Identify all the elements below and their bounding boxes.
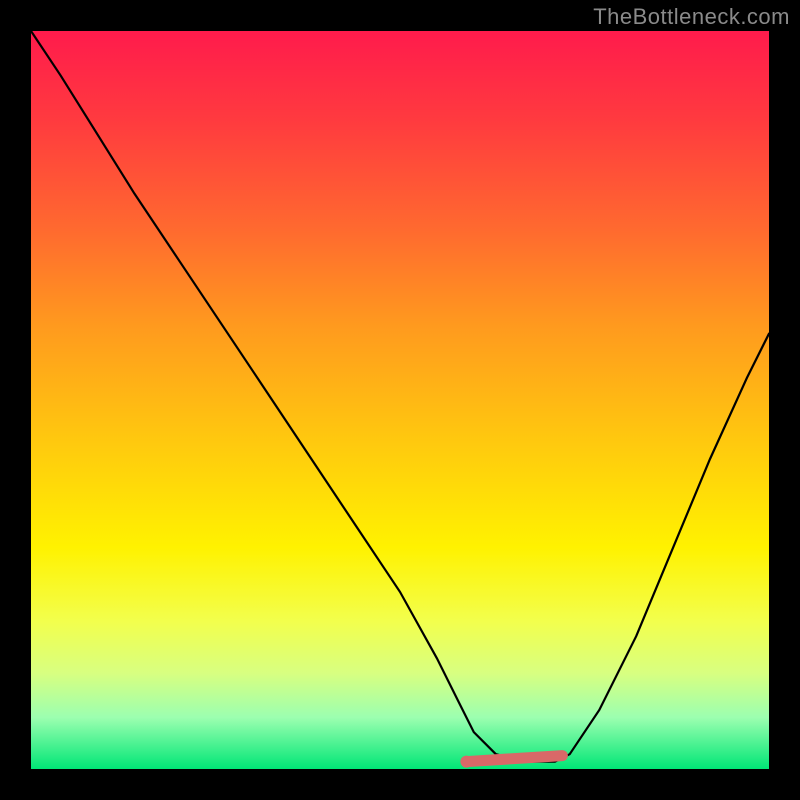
optimal-flat-highlight <box>466 756 562 762</box>
bottleneck-curve-line <box>31 31 769 762</box>
chart-frame: TheBottleneck.com <box>0 0 800 800</box>
watermark-label: TheBottleneck.com <box>593 4 790 30</box>
chart-svg <box>31 31 769 769</box>
chart-plot-area <box>31 31 769 769</box>
optimal-start-dot <box>460 756 472 768</box>
